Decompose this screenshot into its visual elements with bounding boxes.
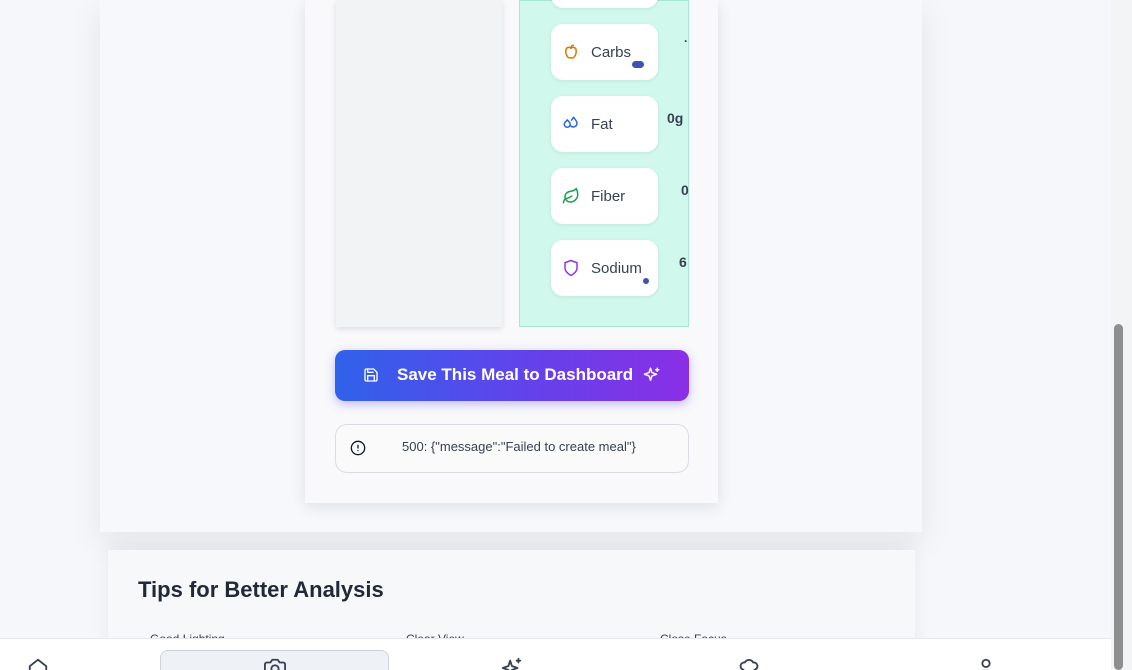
nutrient-label: Fiber bbox=[591, 187, 626, 205]
save-icon bbox=[363, 367, 379, 386]
nav-chef-hat-icon[interactable] bbox=[737, 657, 761, 670]
error-message: 500: {"message":"Failed to create meal"} bbox=[402, 439, 636, 454]
nutrient-pill-sodium: Sodium bbox=[551, 240, 658, 296]
droplets-icon bbox=[561, 114, 581, 134]
apple-icon bbox=[561, 42, 581, 62]
progress-dot bbox=[632, 61, 644, 68]
save-meal-button[interactable]: Save This Meal to Dashboard bbox=[335, 350, 689, 401]
nutrient-label: Carbs bbox=[591, 43, 632, 61]
nutrient-pill-fiber: Fiber bbox=[551, 168, 658, 224]
scrollbar-thumb[interactable] bbox=[1114, 324, 1123, 670]
tips-title: Tips for Better Analysis bbox=[138, 577, 384, 602]
nav-home-icon[interactable] bbox=[26, 657, 50, 670]
nav-camera-icon[interactable] bbox=[263, 657, 287, 670]
nutrient-label: Sodium bbox=[591, 259, 642, 277]
nutrient-value-partial: · bbox=[684, 34, 688, 48]
nutrient-pill-fat: Fat bbox=[551, 96, 658, 152]
error-alert: 500: {"message":"Failed to create meal"} bbox=[335, 424, 689, 473]
nutrient-value-partial: 0g bbox=[667, 110, 684, 126]
bottom-navigation bbox=[0, 638, 1111, 670]
nutrient-value-partial: 0 bbox=[681, 182, 689, 198]
leaf-icon bbox=[561, 186, 581, 206]
nutrient-value-partial: 6 bbox=[679, 254, 687, 270]
shield-icon bbox=[561, 258, 581, 278]
alert-circle-icon bbox=[350, 440, 366, 461]
progress-dot bbox=[643, 278, 649, 284]
nav-user-icon[interactable] bbox=[974, 657, 998, 670]
image-preview-panel bbox=[336, 0, 502, 327]
nutrient-pill-partial bbox=[551, 0, 658, 8]
nutrient-label: Fat bbox=[591, 115, 613, 133]
sparkles-icon bbox=[643, 366, 661, 387]
nav-sparkles-icon[interactable] bbox=[500, 657, 524, 670]
save-meal-label: Save This Meal to Dashboard bbox=[397, 365, 634, 384]
nutrient-pill-carbs: Carbs bbox=[551, 24, 658, 80]
